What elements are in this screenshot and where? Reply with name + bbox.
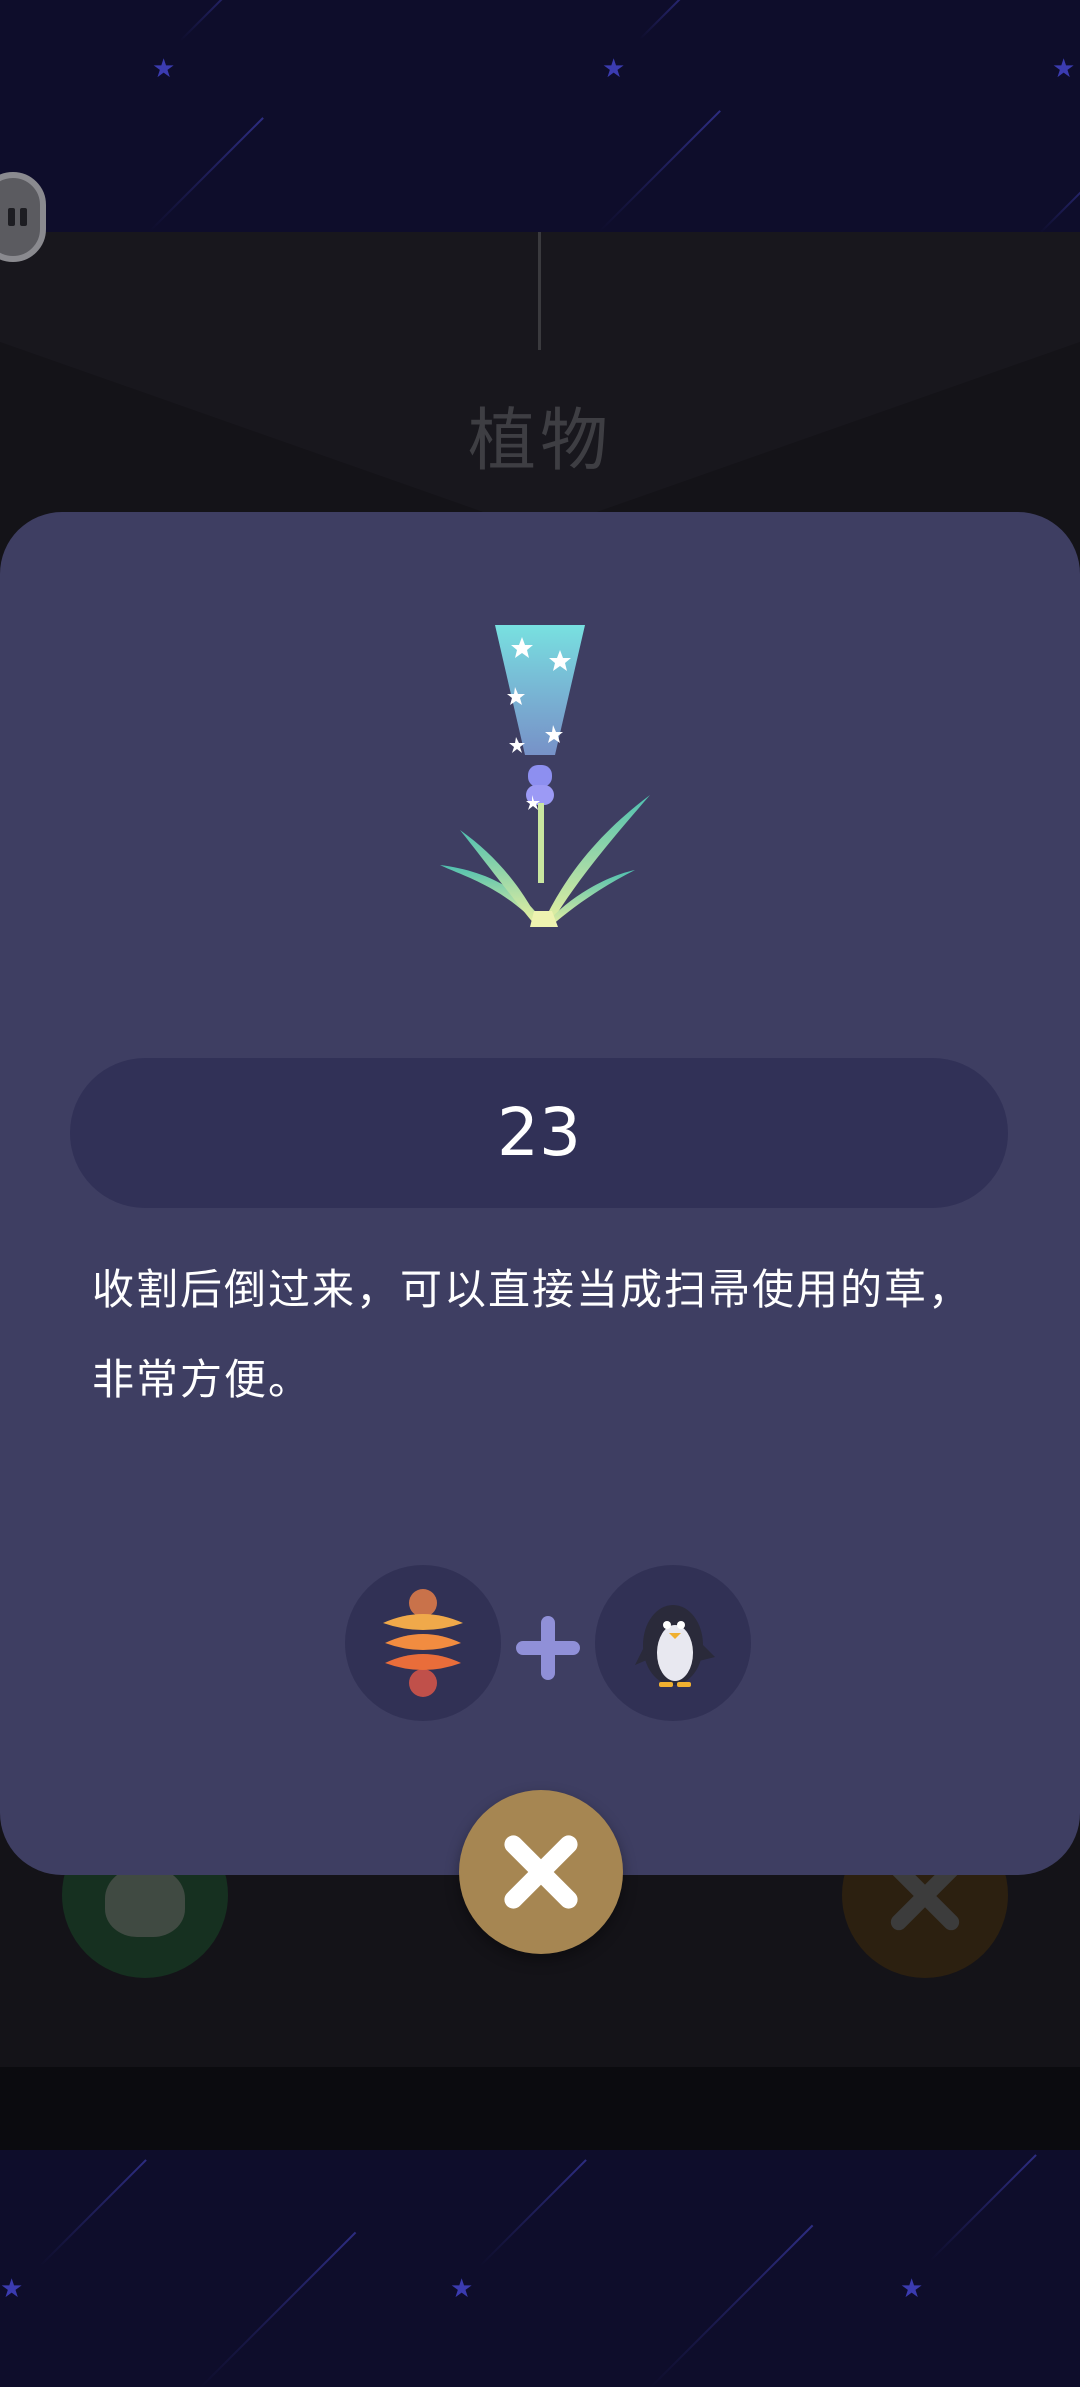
star-icon: ★ xyxy=(0,2274,24,2304)
broom-grass-icon xyxy=(440,625,650,927)
background-bottom-band xyxy=(0,2067,1080,2150)
meteor-streak xyxy=(479,2159,587,2267)
pause-button[interactable] xyxy=(0,172,46,262)
background-divider xyxy=(538,232,541,350)
item-description: 收割后倒过来，可以直接当成扫帚使用的草，非常方便。 xyxy=(92,1265,973,1404)
pause-icon xyxy=(8,208,15,226)
night-sky-top: ★ ★ ★ xyxy=(0,0,1080,232)
star-icon: ★ xyxy=(450,2274,474,2304)
item-count: 23 xyxy=(497,1094,581,1171)
meteor-streak xyxy=(39,2159,147,2267)
recipe-ingredient-1[interactable] xyxy=(345,1565,501,1721)
meteor-streak xyxy=(929,2154,1037,2262)
meteor-streak xyxy=(599,110,721,232)
meteor-streak xyxy=(639,0,691,40)
plus-icon-vertical xyxy=(541,1616,555,1680)
star-icon: ★ xyxy=(602,54,626,84)
plus-icon xyxy=(516,1616,580,1680)
background-section-title: 植物 xyxy=(467,402,612,481)
seed-icon xyxy=(105,1867,185,1937)
meteor-streak xyxy=(649,2224,814,2387)
orange-lantern-icon xyxy=(383,1589,463,1697)
penguin-icon xyxy=(635,1605,715,1687)
meteor-streak xyxy=(149,117,264,232)
close-button[interactable] xyxy=(459,1790,623,1954)
star-icon: ★ xyxy=(900,2274,924,2304)
star-icon: ★ xyxy=(152,54,176,84)
pause-icon-bar xyxy=(20,208,27,226)
meteor-streak xyxy=(199,2231,357,2387)
meteor-streak xyxy=(1039,175,1080,232)
recipe-ingredient-2[interactable] xyxy=(595,1565,751,1721)
item-count-pill: 23 xyxy=(70,1058,1008,1208)
star-icon: ★ xyxy=(1052,54,1076,84)
night-sky-bottom: ★ ★ ★ xyxy=(0,2150,1080,2387)
meteor-streak xyxy=(179,0,245,42)
